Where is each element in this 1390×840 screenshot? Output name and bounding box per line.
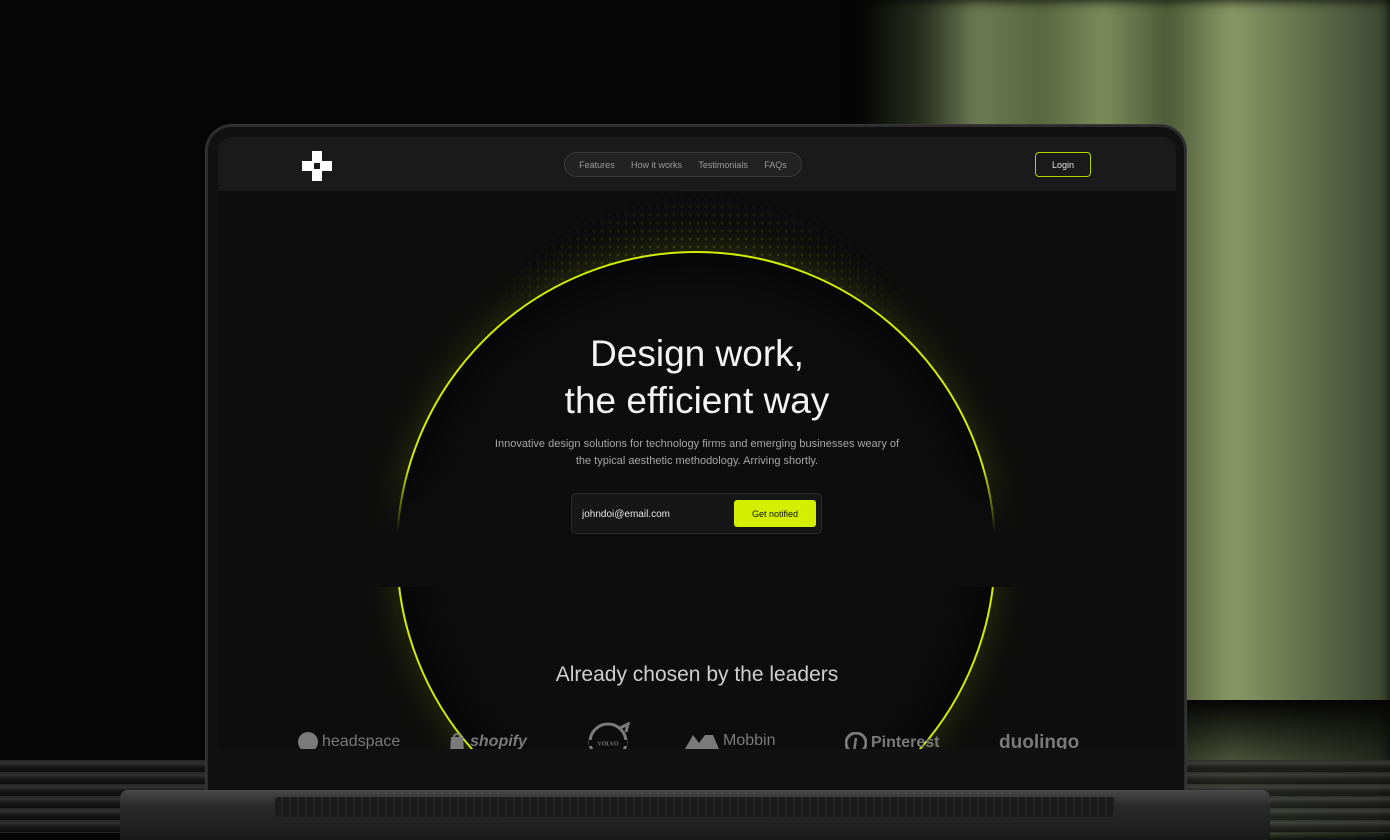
brand-logo-headspace: headspace bbox=[298, 732, 400, 749]
nav-link-how-it-works[interactable]: How it works bbox=[631, 160, 682, 170]
hero-title-line-2: the efficient way bbox=[564, 380, 830, 421]
brand-logo-pinterest: Pinterest bbox=[845, 732, 939, 749]
nav-menu: Features How it works Testimonials FAQs bbox=[564, 152, 802, 177]
nav-link-faqs[interactable]: FAQs bbox=[764, 160, 787, 170]
laptop-screen: Features How it works Testimonials FAQs … bbox=[218, 137, 1176, 749]
leaders-heading: Already chosen by the leaders bbox=[555, 663, 839, 686]
pinterest-icon bbox=[845, 732, 867, 749]
volvo-icon: VOLVO bbox=[588, 722, 631, 749]
email-signup-form: Get notified bbox=[571, 493, 822, 534]
get-notified-button[interactable]: Get notified bbox=[734, 500, 816, 527]
mobbin-icon bbox=[685, 735, 719, 749]
brand-logos-row: headspace shopify VOLVO Mobbin Pinterest… bbox=[218, 722, 1176, 749]
login-button[interactable]: Login bbox=[1035, 152, 1091, 177]
email-input[interactable] bbox=[582, 506, 722, 522]
brand-logo-volvo: VOLVO bbox=[586, 722, 632, 749]
brand-logo-mobbin: Mobbin bbox=[685, 732, 775, 749]
hero-title: Design work, the efficient way bbox=[218, 330, 1176, 424]
laptop-keyboard-grille bbox=[275, 797, 1115, 817]
hero-subtitle: Innovative design solutions for technolo… bbox=[494, 438, 900, 467]
nav-link-features[interactable]: Features bbox=[579, 160, 615, 170]
hero-title-line-1: Design work, bbox=[590, 333, 804, 374]
volvo-wordmark: VOLVO bbox=[597, 742, 619, 748]
nav-link-testimonials[interactable]: Testimonials bbox=[698, 160, 748, 170]
brand-logo-icon[interactable] bbox=[302, 151, 332, 181]
shopify-bag-icon bbox=[450, 733, 464, 749]
brand-logo-duolingo: duolingo bbox=[999, 732, 1080, 749]
navbar: Features How it works Testimonials FAQs … bbox=[218, 137, 1176, 191]
headspace-icon bbox=[298, 732, 318, 749]
brand-logo-shopify: shopify bbox=[448, 732, 527, 749]
